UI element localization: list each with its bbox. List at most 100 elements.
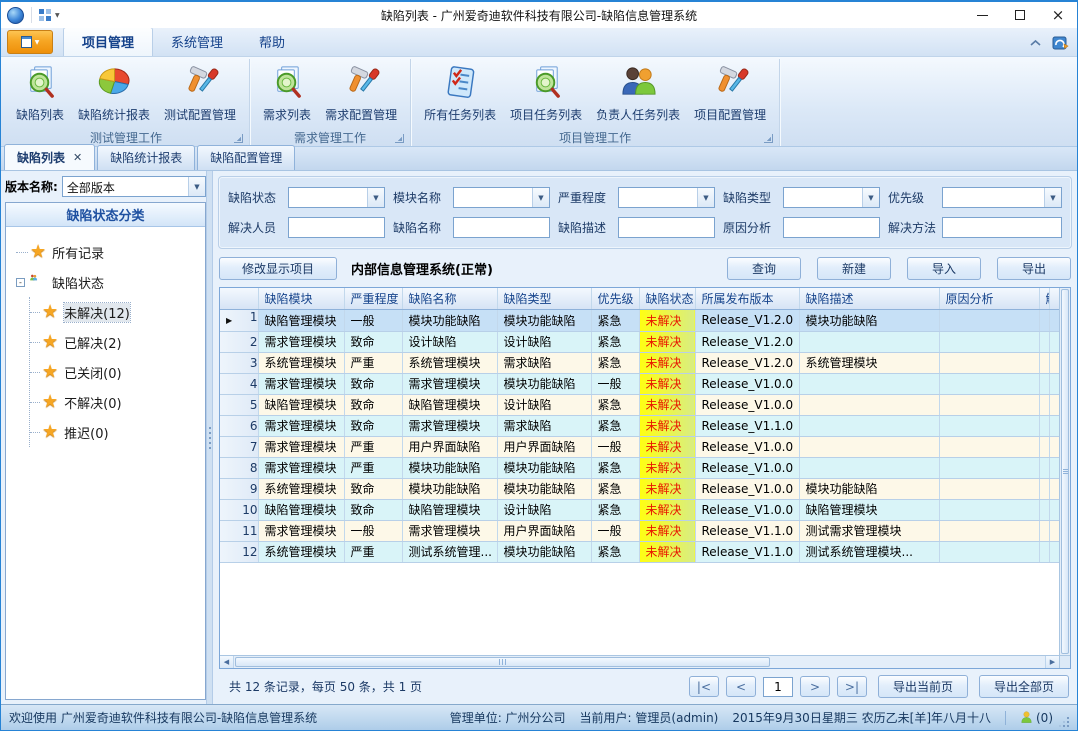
grid-row[interactable]: 11需求管理模块一般需求管理模块用户界面缺陷一般未解决Release_V1.1.… bbox=[220, 520, 1059, 541]
grid-cell[interactable] bbox=[1039, 331, 1050, 352]
grid-cell[interactable] bbox=[1039, 499, 1050, 520]
grid-row[interactable]: 4需求管理模块致命需求管理模块模块功能缺陷一般未解决Release_V1.0.0 bbox=[220, 373, 1059, 394]
grid-cell[interactable] bbox=[939, 457, 1039, 478]
ribbon-button-test-config[interactable]: 测试配置管理 bbox=[157, 61, 243, 124]
grid-cell[interactable] bbox=[1039, 436, 1050, 457]
grid-cell[interactable]: 用户界面缺陷 bbox=[497, 520, 591, 541]
sidebar-splitter[interactable] bbox=[206, 171, 213, 704]
resize-grip[interactable] bbox=[1067, 717, 1069, 719]
ribbon-collapse-icon[interactable] bbox=[1029, 39, 1042, 47]
grid-column-header[interactable]: 缺陷名称 bbox=[402, 288, 497, 309]
grid-cell[interactable]: 未解决 bbox=[639, 415, 695, 436]
grid-cell[interactable] bbox=[1039, 478, 1050, 499]
grid-column-header[interactable]: 解决方法 bbox=[1039, 288, 1050, 309]
grid-cell[interactable]: 未解决 bbox=[639, 520, 695, 541]
modify-columns-button[interactable]: 修改显示项目 bbox=[219, 257, 337, 280]
vertical-scrollbar[interactable] bbox=[1059, 288, 1070, 655]
grid-cell[interactable]: 未解决 bbox=[639, 499, 695, 520]
close-button[interactable]: × bbox=[1039, 2, 1077, 28]
tree-item-postponed[interactable]: ★ 推迟(0) bbox=[30, 417, 201, 447]
grid-cell[interactable]: 未解决 bbox=[639, 457, 695, 478]
grid-cell[interactable] bbox=[1039, 541, 1050, 562]
grid-cell[interactable]: 严重 bbox=[344, 352, 402, 373]
tree-item-unresolved[interactable]: ★ 未解决(12) bbox=[30, 297, 201, 327]
grid-cell[interactable]: 测试系统管理模块... bbox=[799, 541, 939, 562]
grid-cell[interactable] bbox=[939, 478, 1039, 499]
grid-cell[interactable] bbox=[939, 499, 1039, 520]
grid-cell[interactable]: Release_V1.0.0 bbox=[695, 499, 799, 520]
grid-cell[interactable]: 严重 bbox=[344, 436, 402, 457]
solution-input[interactable] bbox=[942, 217, 1062, 238]
scroll-right-icon[interactable]: ▶ bbox=[1045, 656, 1059, 668]
grid-cell[interactable]: 模块功能缺陷 bbox=[799, 478, 939, 499]
grid-cell[interactable]: 严重 bbox=[344, 541, 402, 562]
resolver-input[interactable] bbox=[288, 217, 385, 238]
defect-status-select[interactable]: ▼ bbox=[288, 187, 385, 208]
grid-cell[interactable]: Release_V1.0.0 bbox=[695, 457, 799, 478]
row-number-cell[interactable]: 11 bbox=[220, 520, 258, 541]
grid-cell[interactable]: 系统管理模块 bbox=[258, 352, 344, 373]
grid-cell[interactable] bbox=[939, 415, 1039, 436]
grid-cell[interactable]: Release_V1.1.0 bbox=[695, 541, 799, 562]
grid-cell[interactable]: 致命 bbox=[344, 415, 402, 436]
grid-cell[interactable]: 紧急 bbox=[591, 478, 639, 499]
grid-cell[interactable]: 致命 bbox=[344, 331, 402, 352]
grid-cell[interactable]: 设计缺陷 bbox=[497, 499, 591, 520]
grid-cell[interactable]: Release_V1.1.0 bbox=[695, 520, 799, 541]
row-number-cell[interactable]: ▶1 bbox=[220, 309, 258, 331]
grid-cell[interactable]: 致命 bbox=[344, 373, 402, 394]
grid-column-header[interactable]: 所属发布版本 bbox=[695, 288, 799, 309]
grid-cell[interactable]: 未解决 bbox=[639, 373, 695, 394]
grid-cell[interactable]: 需求管理模块 bbox=[258, 436, 344, 457]
row-number-cell[interactable]: 12 bbox=[220, 541, 258, 562]
next-page-button[interactable]: > bbox=[800, 676, 830, 697]
grid-cell[interactable] bbox=[939, 394, 1039, 415]
ribbon-help-icon[interactable] bbox=[1052, 35, 1069, 51]
tree-item-resolved[interactable]: ★ 已解决(2) bbox=[30, 327, 201, 357]
grid-cell[interactable]: 模块功能缺陷 bbox=[497, 541, 591, 562]
scroll-thumb[interactable] bbox=[235, 657, 770, 667]
dialog-launcher-icon[interactable] bbox=[395, 134, 404, 143]
grid-cell[interactable]: 一般 bbox=[344, 309, 402, 331]
cause-analysis-input[interactable] bbox=[783, 217, 880, 238]
tree-item-closed[interactable]: ★ 已关闭(0) bbox=[30, 357, 201, 387]
ribbon-button-all-tasks[interactable]: 所有任务列表 bbox=[417, 61, 503, 124]
ribbon-button-defect-list[interactable]: 缺陷列表 bbox=[9, 61, 71, 124]
grid-cell[interactable] bbox=[1039, 352, 1050, 373]
grid-cell[interactable]: 需求缺陷 bbox=[497, 415, 591, 436]
grid-cell[interactable]: 测试系统管理... bbox=[402, 541, 497, 562]
grid-cell[interactable] bbox=[1039, 373, 1050, 394]
menu-tab-system-management[interactable]: 系统管理 bbox=[153, 28, 241, 56]
grid-cell[interactable]: 模块功能缺陷 bbox=[402, 457, 497, 478]
export-button[interactable]: 导出 bbox=[997, 257, 1071, 280]
grid-cell[interactable] bbox=[1039, 415, 1050, 436]
grid-row[interactable]: 10缺陷管理模块致命缺陷管理模块设计缺陷紧急未解决Release_V1.0.0缺… bbox=[220, 499, 1059, 520]
app-menu-button[interactable]: ▼ bbox=[7, 30, 53, 54]
grid-cell[interactable]: Release_V1.0.0 bbox=[695, 373, 799, 394]
grid-cell[interactable] bbox=[799, 394, 939, 415]
grid-cell[interactable]: 紧急 bbox=[591, 457, 639, 478]
menu-tab-help[interactable]: 帮助 bbox=[241, 28, 303, 56]
grid-cell[interactable]: 需求管理模块 bbox=[258, 331, 344, 352]
maximize-button[interactable] bbox=[1001, 2, 1039, 28]
grid-cell[interactable] bbox=[939, 309, 1039, 331]
ribbon-button-owner-tasks[interactable]: 负责人任务列表 bbox=[589, 61, 687, 124]
tree-item-defect-status[interactable]: - 缺陷状态 bbox=[16, 267, 201, 297]
grid-cell[interactable]: Release_V1.2.0 bbox=[695, 309, 799, 331]
grid-cell[interactable]: 设计缺陷 bbox=[402, 331, 497, 352]
grid-cell[interactable]: 模块功能缺陷 bbox=[497, 457, 591, 478]
grid-column-header[interactable]: 原因分析 bbox=[939, 288, 1039, 309]
page-number-input[interactable] bbox=[763, 677, 793, 697]
grid-cell[interactable]: 缺陷管理模块 bbox=[258, 394, 344, 415]
grid-cell[interactable]: 紧急 bbox=[591, 541, 639, 562]
grid-cell[interactable]: Release_V1.0.0 bbox=[695, 478, 799, 499]
row-number-cell[interactable]: 7 bbox=[220, 436, 258, 457]
grid-row[interactable]: 5缺陷管理模块致命缺陷管理模块设计缺陷紧急未解决Release_V1.0.0 bbox=[220, 394, 1059, 415]
grid-cell[interactable]: Release_V1.0.0 bbox=[695, 436, 799, 457]
defect-description-input[interactable] bbox=[618, 217, 715, 238]
grid-row[interactable]: 8需求管理模块严重模块功能缺陷模块功能缺陷紧急未解决Release_V1.0.0 bbox=[220, 457, 1059, 478]
grid-cell[interactable]: 紧急 bbox=[591, 352, 639, 373]
grid-cell[interactable]: 设计缺陷 bbox=[497, 331, 591, 352]
grid-cell[interactable]: 模块功能缺陷 bbox=[497, 309, 591, 331]
grid-cell[interactable]: 一般 bbox=[591, 373, 639, 394]
